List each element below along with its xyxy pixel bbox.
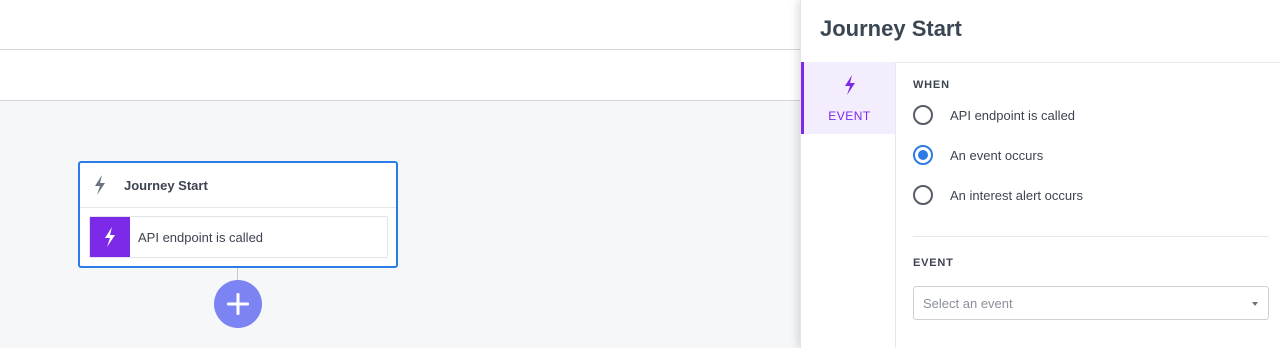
plus-icon [227, 293, 249, 315]
tab-event[interactable]: EVENT [801, 62, 895, 134]
lightning-icon [80, 175, 120, 195]
sub-toolbar [0, 51, 800, 101]
add-step-button[interactable] [214, 280, 262, 328]
panel-title: Journey Start [820, 16, 962, 41]
settings-panel: Journey Start EVENT WHEN API endpoint is… [800, 0, 1280, 348]
node-header: Journey Start [80, 163, 396, 208]
when-section-label: WHEN [913, 79, 950, 91]
event-section-label: EVENT [913, 257, 954, 269]
lightning-icon [844, 74, 856, 101]
section-divider [913, 236, 1269, 237]
option-event-occurs[interactable]: An event occurs [913, 145, 1043, 165]
node-trigger[interactable]: API endpoint is called [89, 216, 388, 258]
caret-down-icon [1252, 302, 1258, 306]
node-trigger-label: API endpoint is called [138, 229, 264, 245]
journey-start-node[interactable]: Journey Start API endpoint is called [78, 161, 398, 268]
radio-button-selected[interactable] [913, 145, 933, 165]
option-api-endpoint[interactable]: API endpoint is called [913, 105, 1075, 125]
option-label: An event occurs [950, 147, 1044, 163]
tab-event-label: EVENT [828, 108, 871, 123]
event-select[interactable]: Select an event [913, 286, 1269, 320]
radio-button[interactable] [913, 185, 933, 205]
panel-sidebar: EVENT [801, 62, 896, 348]
lightning-icon [90, 217, 130, 257]
event-select-placeholder: Select an event [923, 295, 1013, 311]
top-toolbar [0, 0, 800, 50]
option-label: API endpoint is called [950, 107, 1076, 123]
radio-button[interactable] [913, 105, 933, 125]
option-label: An interest alert occurs [950, 187, 1083, 203]
option-interest-alert[interactable]: An interest alert occurs [913, 185, 1083, 205]
node-title: Journey Start [124, 177, 208, 193]
